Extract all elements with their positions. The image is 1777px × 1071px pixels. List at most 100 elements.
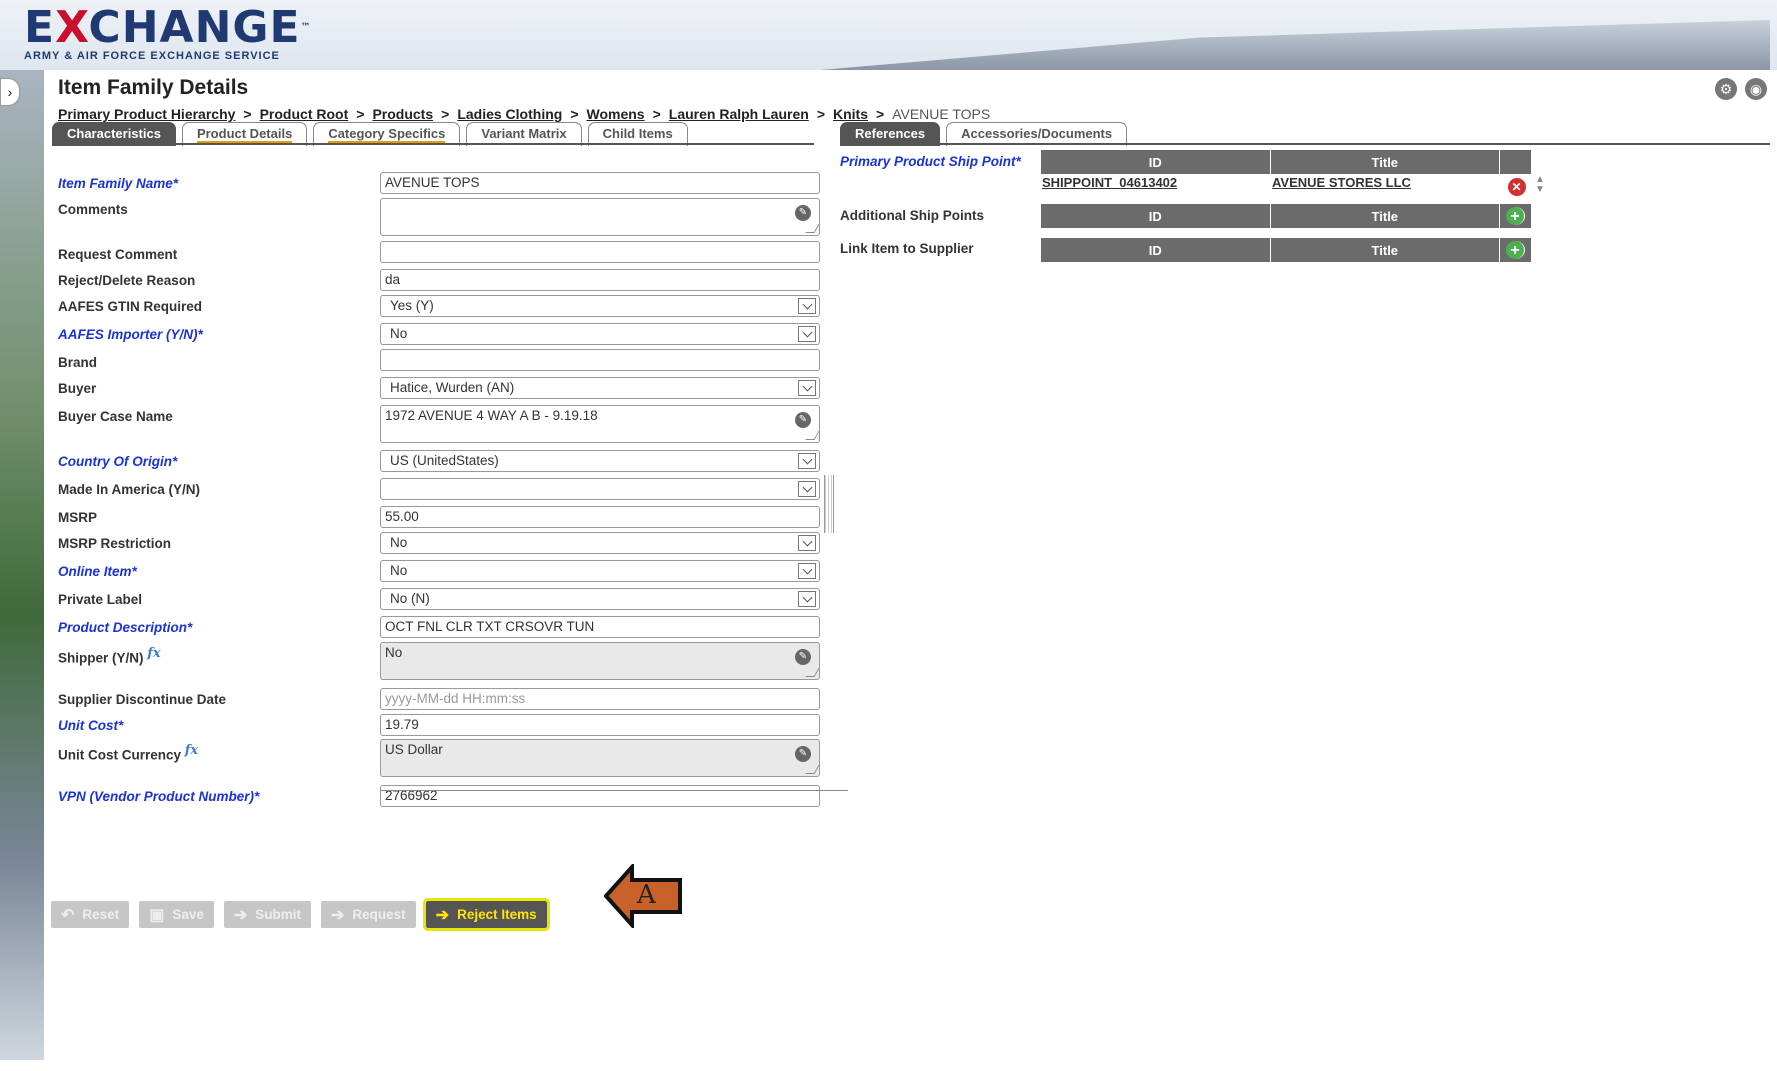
formula-icon: fx — [147, 646, 161, 661]
link-supplier-grid-header: ID Title + — [1041, 238, 1531, 262]
breadcrumb-link[interactable]: Ladies Clothing — [457, 106, 562, 122]
column-header-title[interactable]: Title — [1271, 238, 1501, 262]
field-label: Comments — [58, 202, 128, 217]
reset-button[interactable]: ↶ Reset — [51, 901, 130, 928]
add-icon[interactable]: + — [1506, 241, 1526, 259]
comments-textarea[interactable]: ✎ — [380, 198, 820, 236]
breadcrumb-link[interactable]: Products — [372, 106, 433, 122]
tab-divider — [840, 143, 1770, 145]
logo-subtitle: ARMY & AIR FORCE EXCHANGE SERVICE — [24, 50, 280, 62]
column-header-id[interactable]: ID — [1041, 204, 1271, 228]
eye-icon[interactable]: ◉ — [1745, 78, 1767, 100]
add-icon[interactable]: + — [1506, 207, 1526, 225]
submit-button[interactable]: ➔ Submit — [223, 901, 311, 928]
chevron-down-icon[interactable] — [798, 591, 816, 607]
additional-ship-points-grid-header: ID Title + — [1041, 204, 1531, 228]
page-title: Item Family Details — [58, 76, 249, 99]
formula-icon: fx — [184, 743, 199, 758]
vpn-input[interactable]: 2766962 — [380, 785, 820, 807]
save-button[interactable]: ▣ Save — [139, 901, 214, 928]
field-label: AAFES GTIN Required — [58, 299, 203, 314]
expand-sidebar-button[interactable]: › — [0, 78, 20, 106]
ship-point-id-link[interactable]: SHIPPOINT_04613402 — [1042, 175, 1177, 190]
supplier-discontinue-date-input[interactable]: yyyy-MM-dd HH:mm:ss — [380, 688, 820, 710]
column-header-id[interactable]: ID — [1041, 238, 1271, 262]
field-label: Item Family Name* — [58, 176, 179, 191]
reject-items-button[interactable]: ➔ Reject Items — [422, 898, 550, 931]
field-label: Online Item* — [58, 564, 137, 579]
pencil-icon[interactable]: ✎ — [795, 649, 811, 665]
field-label: Buyer Case Name — [58, 409, 173, 424]
header-banner: EXCHANGE™ ARMY & AIR FORCE EXCHANGE SERV… — [0, 0, 1777, 70]
column-header-title[interactable]: Title — [1271, 204, 1501, 228]
private-label-select[interactable]: No (N) — [380, 588, 820, 610]
resize-grip-icon[interactable] — [805, 224, 819, 233]
country-of-origin-select[interactable]: US (UnitedStates) — [380, 450, 820, 472]
reject-delete-reason-input[interactable]: da — [380, 269, 820, 291]
column-header-title[interactable]: Title — [1271, 150, 1501, 174]
resize-grip-icon — [805, 765, 819, 774]
pencil-icon[interactable]: ✎ — [795, 205, 811, 221]
breadcrumb-link[interactable]: Womens — [587, 106, 645, 122]
breadcrumb-link[interactable]: Product Root — [260, 106, 349, 122]
breadcrumb-current: AVENUE TOPS — [892, 106, 991, 122]
request-button[interactable]: ➔ Request — [321, 901, 416, 928]
sort-arrows-icon[interactable]: ▲ ▼ — [1532, 175, 1548, 199]
ship-point-title-link[interactable]: AVENUE STORES LLC — [1272, 175, 1411, 190]
buyer-case-name-textarea[interactable]: 1972 AVENUE 4 WAY A B - 9.19.18 ✎ — [380, 405, 820, 443]
field-label: MSRP — [58, 510, 98, 525]
msrp-input[interactable]: 55.00 — [380, 506, 820, 528]
field-label: Brand — [58, 355, 98, 370]
unit-cost-input[interactable]: 19.79 — [380, 714, 820, 736]
field-label: VPN (Vendor Product Number)* — [58, 789, 260, 804]
resize-grip-icon[interactable] — [805, 431, 819, 440]
exchange-logo[interactable]: EXCHANGE™ ARMY & AIR FORCE EXCHANGE SERV… — [24, 6, 312, 63]
table-row: SHIPPOINT_04613402 AVENUE STORES LLC ✕ ▲… — [1041, 175, 1561, 199]
field-label: Private Label — [58, 592, 143, 607]
chevron-down-icon[interactable] — [798, 453, 816, 469]
column-header-id[interactable]: ID — [1041, 150, 1271, 174]
chevron-down-icon[interactable] — [798, 481, 816, 497]
aafes-importer-select[interactable]: No — [380, 323, 820, 345]
field-label: MSRP Restriction — [58, 536, 172, 551]
product-description-input[interactable]: OCT FNL CLR TXT CRSOVR TUN — [380, 616, 820, 638]
form-bottom-divider — [380, 790, 848, 791]
chevron-down-icon[interactable] — [798, 380, 816, 396]
pane-splitter[interactable] — [824, 475, 834, 533]
request-comment-input[interactable] — [380, 241, 820, 263]
field-label: Country Of Origin* — [58, 454, 178, 469]
breadcrumb: Primary Product Hierarchy > Product Root > P… — [58, 106, 991, 122]
chevron-down-icon[interactable] — [798, 326, 816, 342]
primary-ship-point-grid-header: ID Title — [1041, 150, 1531, 174]
field-label: Unit Cost* — [58, 718, 124, 733]
remove-icon[interactable]: ✕ — [1507, 178, 1526, 196]
top-toolbar: ⚙ ◉ — [1715, 78, 1767, 100]
arrow-right-icon: ➔ — [331, 906, 345, 924]
arrow-right-icon: ➔ — [435, 906, 450, 924]
breadcrumb-link[interactable]: Primary Product Hierarchy — [58, 106, 235, 122]
buyer-select[interactable]: Hatice, Wurden (AN) — [380, 377, 820, 399]
chevron-down-icon[interactable] — [798, 535, 816, 551]
chevron-down-icon[interactable] — [798, 298, 816, 314]
made-in-america-select[interactable] — [380, 478, 820, 500]
online-item-select[interactable]: No — [380, 560, 820, 582]
field-label: Shipper (Y/N) fx — [58, 646, 161, 666]
resize-grip-icon — [805, 668, 819, 677]
brand-input[interactable] — [380, 349, 820, 371]
aafes-gtin-required-select[interactable]: Yes (Y) — [380, 295, 820, 317]
gear-icon[interactable]: ⚙ — [1715, 78, 1737, 100]
breadcrumb-link[interactable]: Knits — [833, 106, 868, 122]
action-button-bar: ↶ Reset ▣ Save ➔ Submit ➔ Request ➔ Reject It… — [51, 898, 550, 931]
callout-label: A — [637, 880, 656, 910]
primary-ship-point-label: Primary Product Ship Point* — [840, 154, 1021, 169]
field-label: Buyer — [58, 381, 97, 396]
field-label: Reject/Delete Reason — [58, 273, 196, 288]
pencil-icon[interactable]: ✎ — [795, 412, 811, 428]
undo-icon: ↶ — [61, 906, 75, 924]
pencil-icon[interactable]: ✎ — [795, 746, 811, 762]
breadcrumb-link[interactable]: Lauren Ralph Lauren — [669, 106, 809, 122]
chevron-down-icon[interactable] — [798, 563, 816, 579]
item-family-name-input[interactable]: AVENUE TOPS — [380, 172, 820, 194]
field-label: AAFES Importer (Y/N)* — [58, 327, 203, 342]
msrp-restriction-select[interactable]: No — [380, 532, 820, 554]
